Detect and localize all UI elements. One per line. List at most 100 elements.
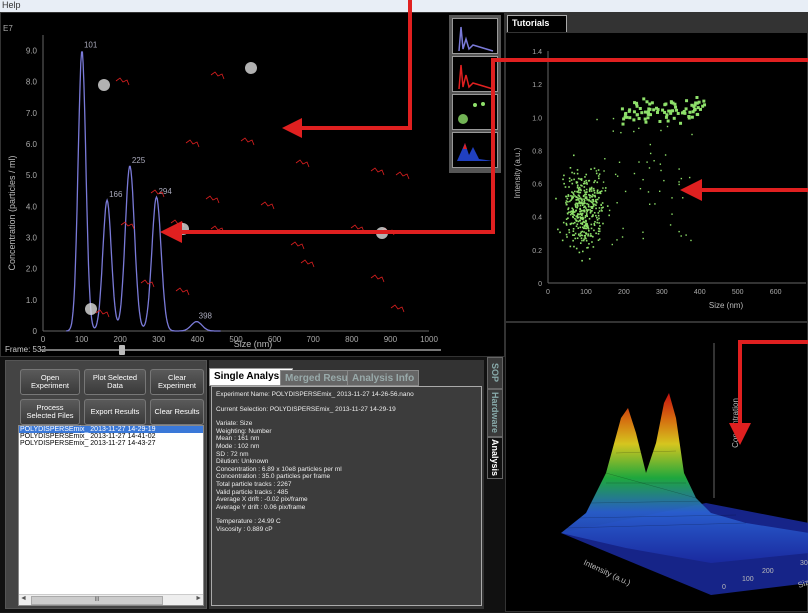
- stat-line: Dilution: Unknown: [216, 458, 269, 466]
- menu-help[interactable]: Help: [2, 0, 21, 10]
- scroll-thumb[interactable]: III: [31, 596, 163, 605]
- scatter-point: [597, 233, 600, 235]
- tab-sop[interactable]: SOP: [487, 357, 503, 389]
- scatter-point: [563, 174, 565, 177]
- scatter-point: [644, 120, 648, 124]
- scatter-point: [587, 233, 590, 235]
- scatter-point: [628, 116, 632, 120]
- scatter-point: [664, 154, 667, 156]
- scatter-point: [602, 222, 604, 225]
- surface-tick: 100: [742, 576, 754, 583]
- horizontal-scrollbar[interactable]: ◄ III ►: [19, 594, 203, 605]
- x-tick-label: 100: [75, 335, 89, 344]
- scatter-point: [589, 212, 592, 214]
- thumbnail-surface[interactable]: [452, 132, 498, 168]
- clear-results-button[interactable]: Clear Results: [150, 399, 204, 425]
- scatter-point: [691, 110, 695, 114]
- surface-panel: Concentration Intensity (a.u.) Size 0 10…: [505, 322, 808, 612]
- file-list-item[interactable]: POLYDISPERSEmix_ 2013-11-27 14-41-02: [19, 433, 203, 440]
- scatter-point: [666, 125, 669, 128]
- thumbnail-scatter[interactable]: [452, 94, 498, 130]
- scatter-point: [685, 99, 689, 103]
- scatter-point: [590, 206, 592, 208]
- y-tick-label: 9.0: [26, 47, 38, 56]
- scatter-point: [604, 187, 607, 189]
- scatter-point: [574, 217, 576, 220]
- scatter-point: [572, 211, 575, 214]
- clear-experiment-button[interactable]: Clear Experiment: [150, 369, 204, 395]
- scatter-point: [595, 232, 597, 235]
- scatter-y-tick: 0.6: [532, 182, 542, 189]
- scroll-right-arrow[interactable]: ►: [195, 595, 202, 602]
- scatter-point: [571, 182, 574, 185]
- scatter-point: [590, 227, 593, 230]
- particle-track: [300, 259, 315, 268]
- scatter-point: [590, 223, 593, 226]
- scatter-point: [571, 210, 573, 213]
- thumbnail-distribution[interactable]: [452, 18, 498, 54]
- file-list-item[interactable]: POLYDISPERSEmix_ 2013-11-27 14-43-27: [19, 440, 203, 447]
- scatter-point: [593, 181, 595, 184]
- open-experiment-button[interactable]: Open Experiment: [20, 369, 80, 395]
- frame-slider-thumb[interactable]: [119, 345, 125, 355]
- scatter-point: [582, 182, 585, 185]
- tab-analysis[interactable]: Analysis: [487, 437, 503, 479]
- scatter-point: [574, 203, 577, 206]
- particle-blob: [85, 303, 97, 315]
- x-tick-label: 900: [384, 335, 398, 344]
- scatter-point: [594, 195, 597, 198]
- scatter-point: [595, 214, 597, 217]
- scatter-point: [635, 104, 639, 108]
- scatter-point: [685, 234, 687, 236]
- scatter-point: [595, 172, 598, 175]
- scatter-point: [577, 220, 580, 223]
- thumbnail-intensity[interactable]: [452, 56, 498, 92]
- scatter-point: [622, 227, 624, 230]
- scatter-point: [642, 231, 644, 233]
- scatter-point: [568, 229, 570, 231]
- scatter-point: [616, 175, 619, 177]
- scatter-point: [586, 199, 588, 201]
- scatter-point: [583, 238, 585, 240]
- frame-slider[interactable]: [41, 345, 441, 355]
- scatter-point: [583, 198, 585, 201]
- scatter-point: [621, 236, 624, 238]
- scatter-point: [671, 197, 673, 199]
- scroll-left-arrow[interactable]: ◄: [20, 595, 27, 602]
- scatter-point: [597, 175, 600, 177]
- tab-hardware[interactable]: Hardware: [487, 389, 503, 437]
- tab-tutorials[interactable]: Tutorials: [507, 15, 567, 32]
- file-list[interactable]: POLYDISPERSEmix_ 2013-11-27 14-29-19 POL…: [18, 425, 204, 606]
- scatter-point: [684, 107, 688, 111]
- scatter-point: [593, 229, 595, 232]
- scatter-point: [587, 228, 590, 230]
- scatter-point: [570, 199, 572, 201]
- scatter-point: [702, 99, 706, 103]
- scatter-point: [616, 202, 618, 204]
- scatter-point: [565, 222, 568, 225]
- scatter-point: [583, 209, 585, 211]
- scatter-point: [596, 216, 598, 219]
- scatter-point: [671, 213, 673, 215]
- files-pane: Open Experiment Plot Selected Data Clear…: [5, 360, 207, 609]
- scatter-point: [591, 241, 593, 243]
- scatter-point: [580, 237, 583, 239]
- scatter-point: [572, 213, 574, 215]
- plot-selected-data-button[interactable]: Plot Selected Data: [84, 369, 146, 395]
- export-results-button[interactable]: Export Results: [84, 399, 146, 425]
- scatter-point: [561, 239, 564, 242]
- scatter-point: [589, 187, 591, 190]
- process-selected-files-button[interactable]: Process Selected Files: [20, 399, 80, 425]
- scatter-point: [581, 239, 583, 242]
- scatter-point: [648, 167, 651, 169]
- tab-analysis-info[interactable]: Analysis Info: [347, 370, 420, 386]
- scatter-point: [575, 210, 577, 212]
- scatter-point: [579, 191, 582, 194]
- scatter-point: [580, 178, 583, 180]
- file-list-item[interactable]: POLYDISPERSEmix_ 2013-11-27 14-29-19: [19, 426, 203, 433]
- x-tick-label: 500: [229, 335, 243, 344]
- scatter-point: [592, 214, 594, 216]
- analysis-info-box: Experiment Name: POLYDISPERSEmix_ 2013-1…: [211, 386, 482, 606]
- scatter-point: [585, 193, 588, 196]
- scatter-point: [568, 177, 571, 180]
